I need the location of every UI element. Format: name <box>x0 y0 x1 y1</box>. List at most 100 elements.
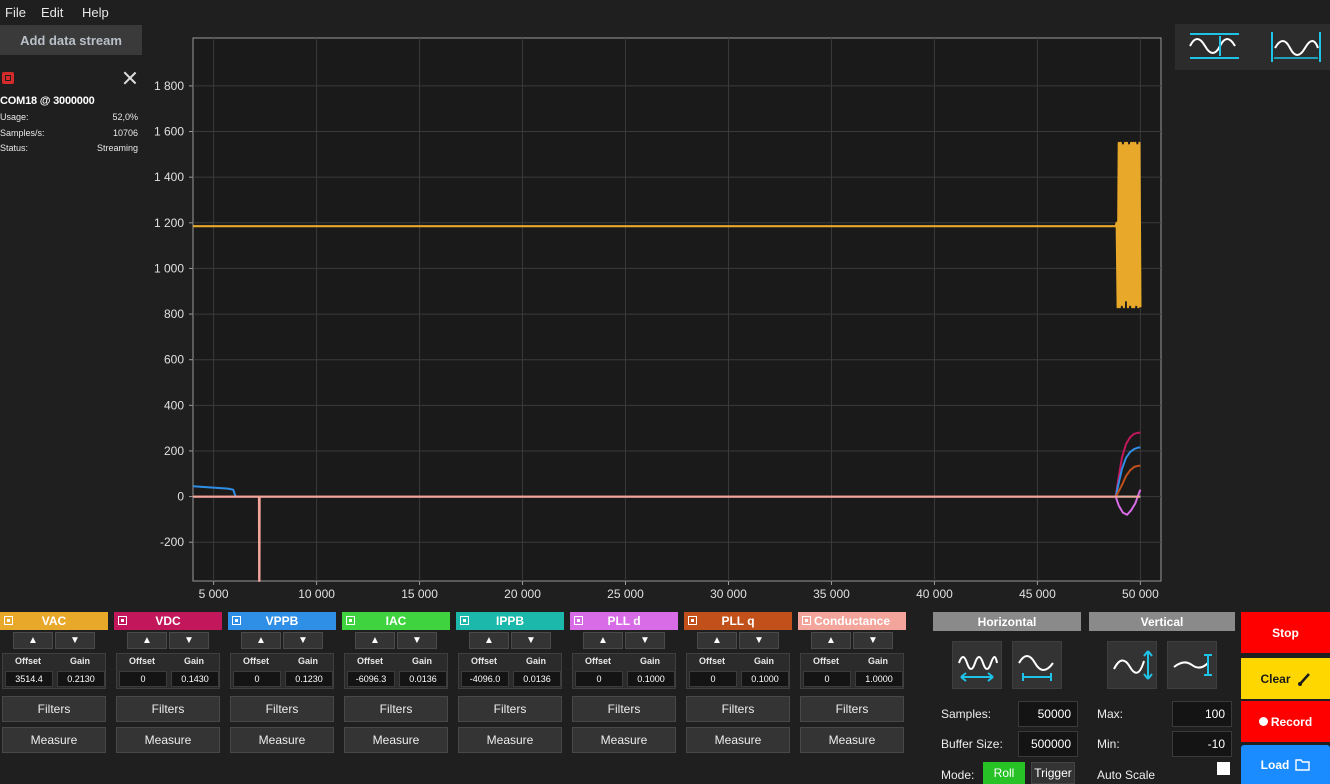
gain-label: Gain <box>411 656 432 666</box>
channel-enable-checkbox[interactable] <box>688 616 697 625</box>
fit-vertical-icon[interactable] <box>1189 33 1239 59</box>
channel-up-button[interactable]: ▲ <box>127 632 167 649</box>
channel-header[interactable]: VDC <box>114 612 222 630</box>
stop-button[interactable]: Stop <box>1241 612 1330 653</box>
plot-area[interactable]: 5 000 10 000 15 000 20 000 25 000 30 000 35 00… <box>0 0 1175 610</box>
measure-button[interactable]: Measure <box>800 727 904 753</box>
measure-button[interactable]: Measure <box>230 727 334 753</box>
channel-up-button[interactable]: ▲ <box>355 632 395 649</box>
filters-button[interactable]: Filters <box>800 696 904 722</box>
channel-down-button[interactable]: ▼ <box>511 632 551 649</box>
gain-input[interactable]: 0.0136 <box>399 671 447 687</box>
offset-gain-panel: Offset Gain 0 0.1000 <box>572 653 676 689</box>
channel-enable-checkbox[interactable] <box>802 616 811 625</box>
filters-button[interactable]: Filters <box>686 696 790 722</box>
measure-button[interactable]: Measure <box>116 727 220 753</box>
buffer-size-input[interactable]: 500000 <box>1018 731 1078 757</box>
channel-down-button[interactable]: ▼ <box>625 632 665 649</box>
gain-input[interactable]: 0.0136 <box>513 671 561 687</box>
y-tick-label: 1 600 <box>154 125 184 139</box>
vertical-expand-button[interactable] <box>1167 641 1217 689</box>
channel-up-button[interactable]: ▲ <box>811 632 851 649</box>
y-tick-label: 1 400 <box>154 170 184 184</box>
channel-up-button[interactable]: ▲ <box>583 632 623 649</box>
fit-horizontal-icon[interactable] <box>1271 32 1321 62</box>
channel-header[interactable]: Conductance <box>798 612 906 630</box>
record-button[interactable]: Record <box>1241 701 1330 742</box>
mode-roll-button[interactable]: Roll <box>983 762 1025 784</box>
channel-down-button[interactable]: ▼ <box>739 632 779 649</box>
x-tick-label: 40 000 <box>916 587 953 601</box>
mode-trigger-button[interactable]: Trigger <box>1031 762 1075 784</box>
channel-down-button[interactable]: ▼ <box>397 632 437 649</box>
channel-enable-checkbox[interactable] <box>118 616 127 625</box>
vertical-compress-button[interactable] <box>1107 641 1157 689</box>
channel-down-button[interactable]: ▼ <box>283 632 323 649</box>
channel-enable-checkbox[interactable] <box>4 616 13 625</box>
clear-button[interactable]: Clear <box>1241 658 1330 699</box>
offset-input[interactable]: 0 <box>233 671 281 687</box>
offset-label: Offset <box>812 656 839 666</box>
gain-input[interactable]: 0.2130 <box>57 671 105 687</box>
offset-input[interactable]: 3514.4 <box>5 671 53 687</box>
filters-button[interactable]: Filters <box>116 696 220 722</box>
filters-button[interactable]: Filters <box>458 696 562 722</box>
measure-button[interactable]: Measure <box>458 727 562 753</box>
min-input[interactable]: -10 <box>1172 731 1232 757</box>
channel-down-button[interactable]: ▼ <box>169 632 209 649</box>
offset-input[interactable]: 0 <box>803 671 851 687</box>
channel-enable-checkbox[interactable] <box>460 616 469 625</box>
gain-label: Gain <box>183 656 204 666</box>
channel-header[interactable]: VAC <box>0 612 108 630</box>
filters-button[interactable]: Filters <box>344 696 448 722</box>
autoscale-checkbox[interactable] <box>1217 762 1230 775</box>
offset-input[interactable]: -6096.3 <box>347 671 395 687</box>
channel-down-button[interactable]: ▼ <box>853 632 893 649</box>
x-tick-label: 20 000 <box>504 587 541 601</box>
samples-input[interactable]: 50000 <box>1018 701 1078 727</box>
horizontal-compress-button[interactable] <box>952 641 1002 689</box>
measure-button[interactable]: Measure <box>2 727 106 753</box>
view-toggle-bar <box>1175 24 1330 70</box>
filters-button[interactable]: Filters <box>230 696 334 722</box>
measure-button[interactable]: Measure <box>686 727 790 753</box>
load-button[interactable]: Load <box>1241 745 1330 784</box>
channel-up-button[interactable]: ▲ <box>13 632 53 649</box>
channel-up-button[interactable]: ▲ <box>469 632 509 649</box>
channel-enable-checkbox[interactable] <box>346 616 355 625</box>
measure-button[interactable]: Measure <box>572 727 676 753</box>
channel-header[interactable]: PLL d <box>570 612 678 630</box>
channel-header[interactable]: IPPB <box>456 612 564 630</box>
stop-label: Stop <box>1272 625 1299 640</box>
gain-input[interactable]: 0.1000 <box>741 671 789 687</box>
channel-enable-checkbox[interactable] <box>232 616 241 625</box>
channel-down-button[interactable]: ▼ <box>55 632 95 649</box>
offset-label: Offset <box>128 656 155 666</box>
offset-input[interactable]: 0 <box>119 671 167 687</box>
gain-input[interactable]: 0.1000 <box>627 671 675 687</box>
gain-input[interactable]: 1.0000 <box>855 671 903 687</box>
gain-label: Gain <box>69 656 90 666</box>
max-label: Max: <box>1097 707 1124 721</box>
gain-input[interactable]: 0.1230 <box>285 671 333 687</box>
channel-up-button[interactable]: ▲ <box>241 632 281 649</box>
horizontal-expand-icon <box>1018 655 1054 681</box>
channel-enable-checkbox[interactable] <box>574 616 583 625</box>
channel-header[interactable]: IAC <box>342 612 450 630</box>
offset-input[interactable]: 0 <box>689 671 737 687</box>
channel-up-button[interactable]: ▲ <box>697 632 737 649</box>
horizontal-expand-button[interactable] <box>1012 641 1062 689</box>
offset-label: Offset <box>698 656 725 666</box>
offset-input[interactable]: -4096.0 <box>461 671 509 687</box>
filters-button[interactable]: Filters <box>572 696 676 722</box>
autoscale-label: Auto Scale <box>1097 768 1156 782</box>
offset-gain-panel: Offset Gain -6096.3 0.0136 <box>344 653 448 689</box>
max-input[interactable]: 100 <box>1172 701 1232 727</box>
channel-header[interactable]: PLL q <box>684 612 792 630</box>
offset-input[interactable]: 0 <box>575 671 623 687</box>
gain-input[interactable]: 0.1430 <box>171 671 219 687</box>
channel-name: IAC <box>385 614 407 628</box>
channel-header[interactable]: VPPB <box>228 612 336 630</box>
measure-button[interactable]: Measure <box>344 727 448 753</box>
filters-button[interactable]: Filters <box>2 696 106 722</box>
